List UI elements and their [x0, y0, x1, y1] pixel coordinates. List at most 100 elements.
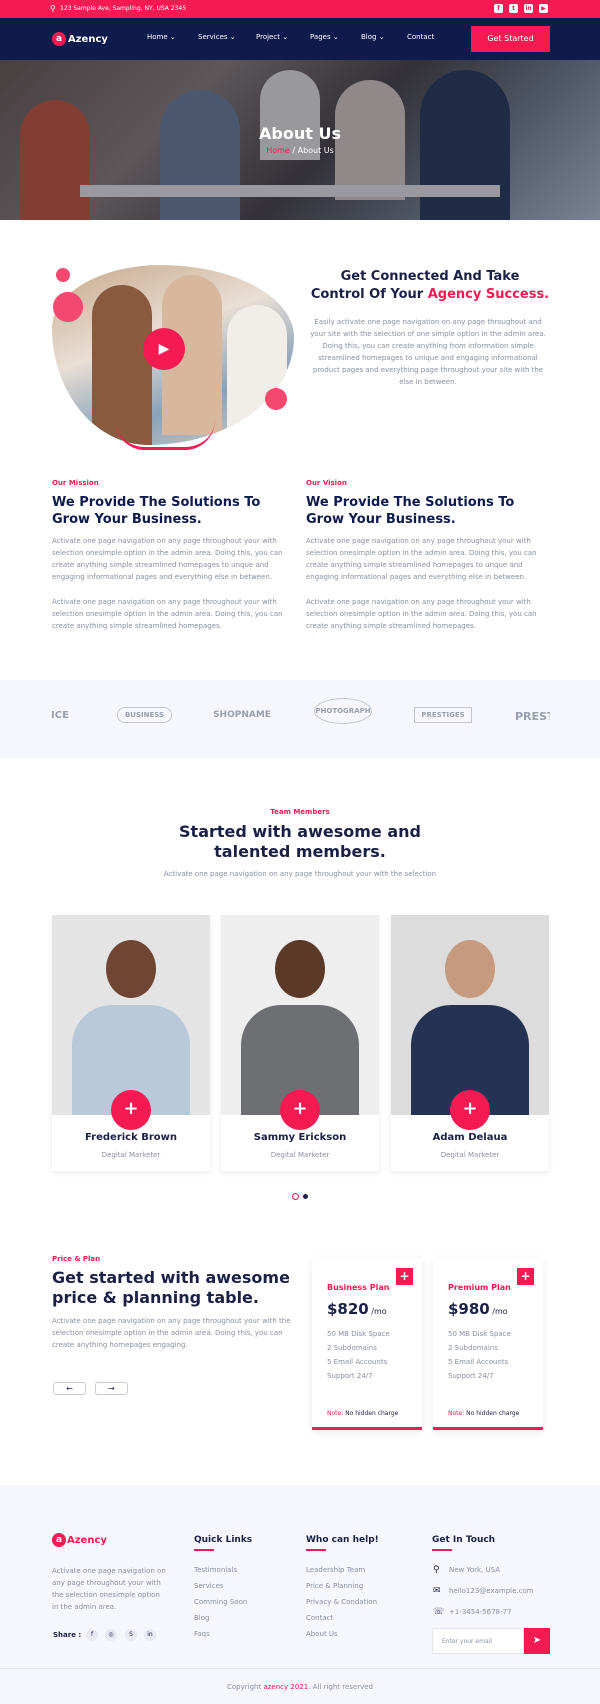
member-name: Frederick Brown [84, 1132, 178, 1143]
footer-link[interactable]: About Us [306, 1630, 338, 1638]
linkedin-icon[interactable]: in [524, 4, 533, 13]
contact-phone[interactable]: +1-3454-5678-77 [449, 1608, 511, 1616]
member-name: Adam Delaua [432, 1132, 508, 1143]
carousel-dot[interactable] [303, 1194, 308, 1199]
team-title-line-1: Started with awesome and [179, 822, 421, 841]
footer-link[interactable]: Privacy & Condation [306, 1598, 377, 1606]
pricing-card[interactable]: + Business Plan $820 /mo 50 MB Disk Spac… [312, 1258, 422, 1430]
logo-text[interactable]: Azency [68, 34, 108, 45]
nav-project[interactable]: Project ⌄ [256, 33, 288, 41]
decor-arc [115, 420, 215, 450]
footer-link[interactable]: Comming Soon [194, 1598, 247, 1606]
member-photo [391, 915, 549, 1115]
member-photo [221, 915, 379, 1115]
location-pin-icon: ⚲ [50, 4, 56, 13]
decor-dot [53, 292, 83, 322]
footer-about: Activate one page navigation on any page… [52, 1567, 166, 1611]
brand-logo: PRESTIGES [414, 707, 472, 723]
plan-feature: 5 Email Accounts [448, 1358, 509, 1366]
plan-feature: 50 MB Disk Space [448, 1330, 511, 1338]
plus-icon[interactable]: + [450, 1090, 490, 1130]
image-person-shape [227, 305, 287, 445]
vision-text-2: Activate one page navigation on any page… [306, 598, 537, 630]
vision-title: We Provide The Solutions To Grow Your Bu… [306, 495, 515, 527]
team-card[interactable]: + Frederick Brown Degital Marketer [52, 915, 210, 1171]
decor-dot [56, 268, 70, 282]
plus-icon[interactable]: + [280, 1090, 320, 1130]
mission-text-2: Activate one page navigation on any page… [52, 598, 283, 630]
plan-feature: Support 24/7 [448, 1372, 494, 1380]
chevron-down-icon: ⌄ [378, 33, 385, 41]
phone-icon: ☏ [433, 1607, 445, 1617]
team-card[interactable]: + Sammy Erickson Degital Marketer [221, 915, 379, 1171]
send-icon[interactable]: ➤ [524, 1628, 550, 1654]
nav-contact[interactable]: Contact [407, 33, 434, 41]
top-address: 123 Sample Ave, Sampling, NY, USA 2345 [60, 5, 187, 12]
brand-logo: SHOPNAME [213, 710, 271, 720]
plan-feature: 2 Subdomains [327, 1344, 377, 1352]
facebook-icon[interactable]: f [494, 4, 503, 13]
brand-logo: ICE [51, 710, 69, 721]
footer: a Azency Activate one page navigation on… [0, 1485, 600, 1704]
mission-title: We Provide The Solutions To Grow Your Bu… [52, 495, 261, 527]
get-started-button[interactable]: Get Started [471, 26, 550, 52]
mission-text-1: Activate one page navigation on any page… [52, 537, 283, 581]
brand-logo: BUSINESS [117, 707, 172, 723]
breadcrumb-home[interactable]: Home [266, 146, 290, 155]
prev-arrow-button[interactable]: ← [53, 1382, 86, 1395]
footer-link[interactable]: Price & Planning [306, 1582, 363, 1590]
skype-icon[interactable]: S [125, 1629, 137, 1641]
nav-blog[interactable]: Blog ⌄ [361, 33, 385, 41]
linkedin-icon[interactable]: in [144, 1629, 156, 1641]
about-title-line-2: Control Of Your Agency Success. [310, 287, 550, 302]
plus-icon[interactable]: + [396, 1268, 413, 1285]
youtube-icon[interactable]: ▶ [539, 4, 548, 13]
footer-link[interactable]: Contact [306, 1614, 333, 1622]
footer-logo-text[interactable]: Azency [67, 1535, 107, 1546]
plan-feature: 50 MB Disk Space [327, 1330, 390, 1338]
member-role: Degital Marketer [440, 1151, 500, 1159]
instagram-icon[interactable]: ◎ [105, 1629, 117, 1641]
carousel-dot-active[interactable] [292, 1193, 299, 1200]
newsletter-email-input[interactable]: Enter your email [432, 1628, 524, 1654]
member-role: Degital Marketer [270, 1151, 330, 1159]
footer-logo-icon[interactable]: a [52, 1533, 66, 1547]
top-bar: ⚲ 123 Sample Ave, Sampling, NY, USA 2345… [0, 0, 600, 18]
plus-icon[interactable]: + [111, 1090, 151, 1130]
nav-services[interactable]: Services ⌄ [198, 33, 236, 41]
footer-link[interactable]: Faqs [194, 1630, 210, 1638]
about-text: Easily activate one page navigation on a… [310, 318, 546, 386]
contact-email[interactable]: hello123@example.com [449, 1587, 534, 1595]
hero-banner: About Us Home / About Us [0, 60, 600, 220]
footer-divider [0, 1668, 600, 1669]
nav-pages[interactable]: Pages ⌄ [310, 33, 339, 41]
play-video-button[interactable]: ▶ [143, 328, 185, 370]
brand-logo: PHOTOGRAPH [314, 698, 372, 724]
breadcrumb-current: About Us [297, 146, 334, 155]
facebook-icon[interactable]: f [86, 1629, 98, 1641]
team-card[interactable]: + Adam Delaua Degital Marketer [391, 915, 549, 1171]
plan-feature: 5 Email Accounts [327, 1358, 388, 1366]
plan-note: Note: No hidden charge [448, 1410, 520, 1417]
footer-link[interactable]: Services [194, 1582, 224, 1590]
brand-logos-strip: ICE BUSINESS SHOPNAME PHOTOGRAPH PRESTIG… [0, 680, 600, 758]
location-pin-icon: ⚲ [433, 1565, 440, 1575]
member-photo [52, 915, 210, 1115]
copyright: Copyright azency 2021. All right reserve… [227, 1683, 373, 1691]
member-role: Degital Marketer [101, 1151, 161, 1159]
plus-icon[interactable]: + [517, 1268, 534, 1285]
plan-name: Premium Plan [448, 1283, 511, 1292]
pricing-card[interactable]: + Premium Plan $980 /mo 50 MB Disk Space… [433, 1258, 543, 1430]
twitter-icon[interactable]: t [509, 4, 518, 13]
logo-icon[interactable]: a [52, 32, 66, 46]
pricing-title-line-2: price & planning table. [52, 1288, 259, 1307]
footer-link[interactable]: Testimonials [194, 1566, 237, 1574]
next-arrow-button[interactable]: → [95, 1382, 128, 1395]
member-name: Sammy Erickson [253, 1132, 347, 1143]
vision-label: Our Vision [306, 479, 347, 487]
footer-link[interactable]: Leadership Team [306, 1566, 365, 1574]
plan-feature: Support 24/7 [327, 1372, 373, 1380]
nav-home[interactable]: Home ⌄ [147, 33, 176, 41]
footer-link[interactable]: Blog [194, 1614, 209, 1622]
pricing-text: Activate one page navigation on any page… [52, 1317, 291, 1349]
